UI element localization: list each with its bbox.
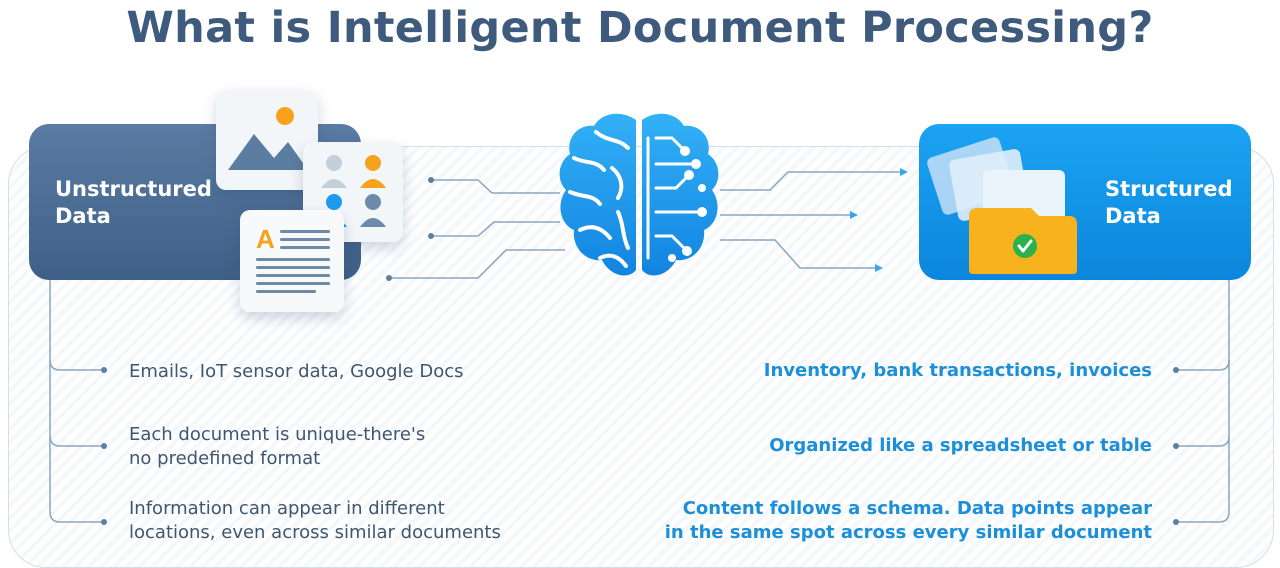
structured-item-2: Organized like a spreadsheet or table [769,435,1152,456]
document-card: A [240,210,344,312]
unstructured-data-label: Unstructured Data [55,177,212,228]
brain-icon [559,113,719,276]
structured-data-panel: Structured Data [919,124,1251,280]
text-document-icon: A [256,224,330,293]
structured-item-3: Content follows a schema. Data points ap… [664,498,1152,543]
idp-infographic: What is Intelligent Document Processing? [0,0,1280,568]
structured-data-label: Structured Data [1105,177,1233,228]
structured-item-1: Inventory, bank transactions, invoices [763,360,1152,381]
unstructured-item-1: Emails, IoT sensor data, Google Docs [129,361,464,382]
unstructured-item-2: Each document is unique-there's no prede… [129,424,426,469]
folder-check-icon [927,137,1077,274]
unstructured-item-3: Information can appear in different loca… [129,498,501,543]
svg-text:A: A [256,224,275,254]
